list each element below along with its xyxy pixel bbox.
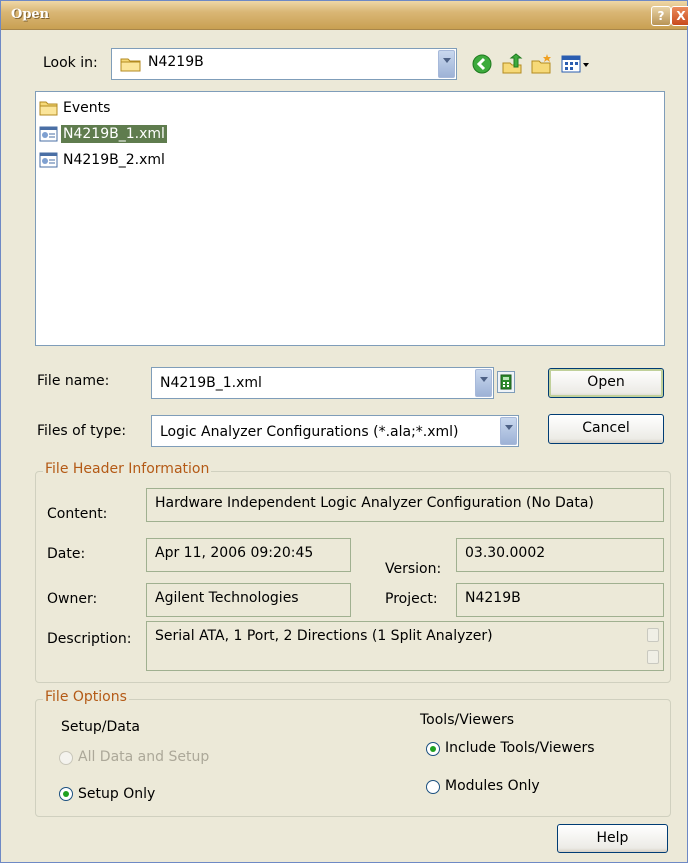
- up-folder-icon[interactable]: [501, 53, 523, 75]
- help-button[interactable]: Help: [557, 824, 668, 853]
- list-item-label: N4219B_1.xml: [61, 125, 167, 143]
- all-data-setup-label: All Data and Setup: [78, 749, 210, 765]
- content-field: Hardware Independent Logic Analyzer Conf…: [146, 488, 664, 522]
- folder-icon: [120, 56, 142, 72]
- all-data-setup-radio[interactable]: [59, 751, 73, 765]
- xml-file-icon: [39, 126, 59, 142]
- scroll-down-icon[interactable]: [647, 650, 659, 664]
- description-scrollbar[interactable]: [647, 628, 659, 664]
- project-field: N4219B: [456, 583, 664, 617]
- version-label: Version:: [385, 561, 442, 577]
- xml-file-icon: [39, 152, 59, 168]
- owner-field: Agilent Technologies: [146, 583, 351, 617]
- tools-viewers-label: Tools/Viewers: [420, 712, 515, 728]
- files-of-type-dropdown-button[interactable]: [500, 417, 517, 445]
- look-in-combo[interactable]: N4219B: [111, 48, 457, 80]
- file-options-group-title: File Options: [43, 689, 129, 705]
- scroll-up-icon[interactable]: [647, 628, 659, 642]
- setup-only-radio[interactable]: [59, 787, 73, 801]
- folder-icon: [39, 100, 59, 116]
- list-item[interactable]: N4219B_1.xml: [39, 124, 167, 144]
- description-text: Serial ATA, 1 Port, 2 Directions (1 Spli…: [155, 628, 493, 644]
- date-field: Apr 11, 2006 09:20:45: [146, 538, 351, 572]
- modules-only-radio[interactable]: [426, 780, 440, 794]
- file-name-combo[interactable]: N4219B_1.xml: [151, 367, 494, 399]
- look-in-label: Look in:: [43, 55, 98, 71]
- modules-only-label: Modules Only: [445, 778, 540, 794]
- project-label: Project:: [385, 591, 438, 607]
- files-of-type-combo[interactable]: Logic Analyzer Configurations (*.ala;*.x…: [151, 415, 519, 447]
- file-name-label: File name:: [37, 373, 110, 389]
- version-field: 03.30.0002: [456, 538, 664, 572]
- file-list[interactable]: Events N4219B_1.xml N4219B_2.xml: [35, 91, 665, 346]
- content-label: Content:: [47, 506, 108, 522]
- calculator-icon[interactable]: [497, 371, 515, 393]
- views-menu-icon[interactable]: [561, 53, 591, 75]
- include-tools-label: Include Tools/Viewers: [445, 740, 595, 756]
- owner-label: Owner:: [47, 591, 98, 607]
- files-of-type-value: Logic Analyzer Configurations (*.ala;*.x…: [160, 424, 459, 440]
- look-in-dropdown-button[interactable]: [438, 50, 455, 78]
- new-folder-icon[interactable]: [531, 53, 553, 75]
- window-title: Open: [11, 7, 50, 22]
- file-name-value: N4219B_1.xml: [160, 375, 262, 391]
- back-icon[interactable]: [471, 53, 493, 75]
- file-name-dropdown-button[interactable]: [475, 369, 492, 397]
- title-bar[interactable]: Open ? X: [1, 1, 688, 30]
- description-field: Serial ATA, 1 Port, 2 Directions (1 Spli…: [146, 621, 664, 671]
- close-title-button[interactable]: X: [671, 6, 688, 26]
- open-button[interactable]: Open: [548, 368, 664, 398]
- list-item[interactable]: N4219B_2.xml: [39, 150, 167, 170]
- list-item[interactable]: Events: [39, 98, 112, 118]
- setup-only-label: Setup Only: [78, 786, 156, 802]
- setup-data-label: Setup/Data: [61, 719, 140, 735]
- include-tools-radio[interactable]: [426, 742, 440, 756]
- description-label: Description:: [47, 631, 132, 647]
- date-label: Date:: [47, 546, 86, 562]
- files-of-type-label: Files of type:: [37, 423, 127, 439]
- file-header-group-title: File Header Information: [43, 461, 212, 477]
- list-item-label: Events: [63, 100, 111, 116]
- help-title-button[interactable]: ?: [651, 6, 671, 26]
- cancel-button[interactable]: Cancel: [548, 414, 664, 444]
- list-item-label: N4219B_2.xml: [63, 152, 165, 168]
- look-in-value: N4219B: [148, 54, 204, 70]
- open-dialog: Open ? X Look in: N4219B Events N4219B_1…: [0, 0, 688, 863]
